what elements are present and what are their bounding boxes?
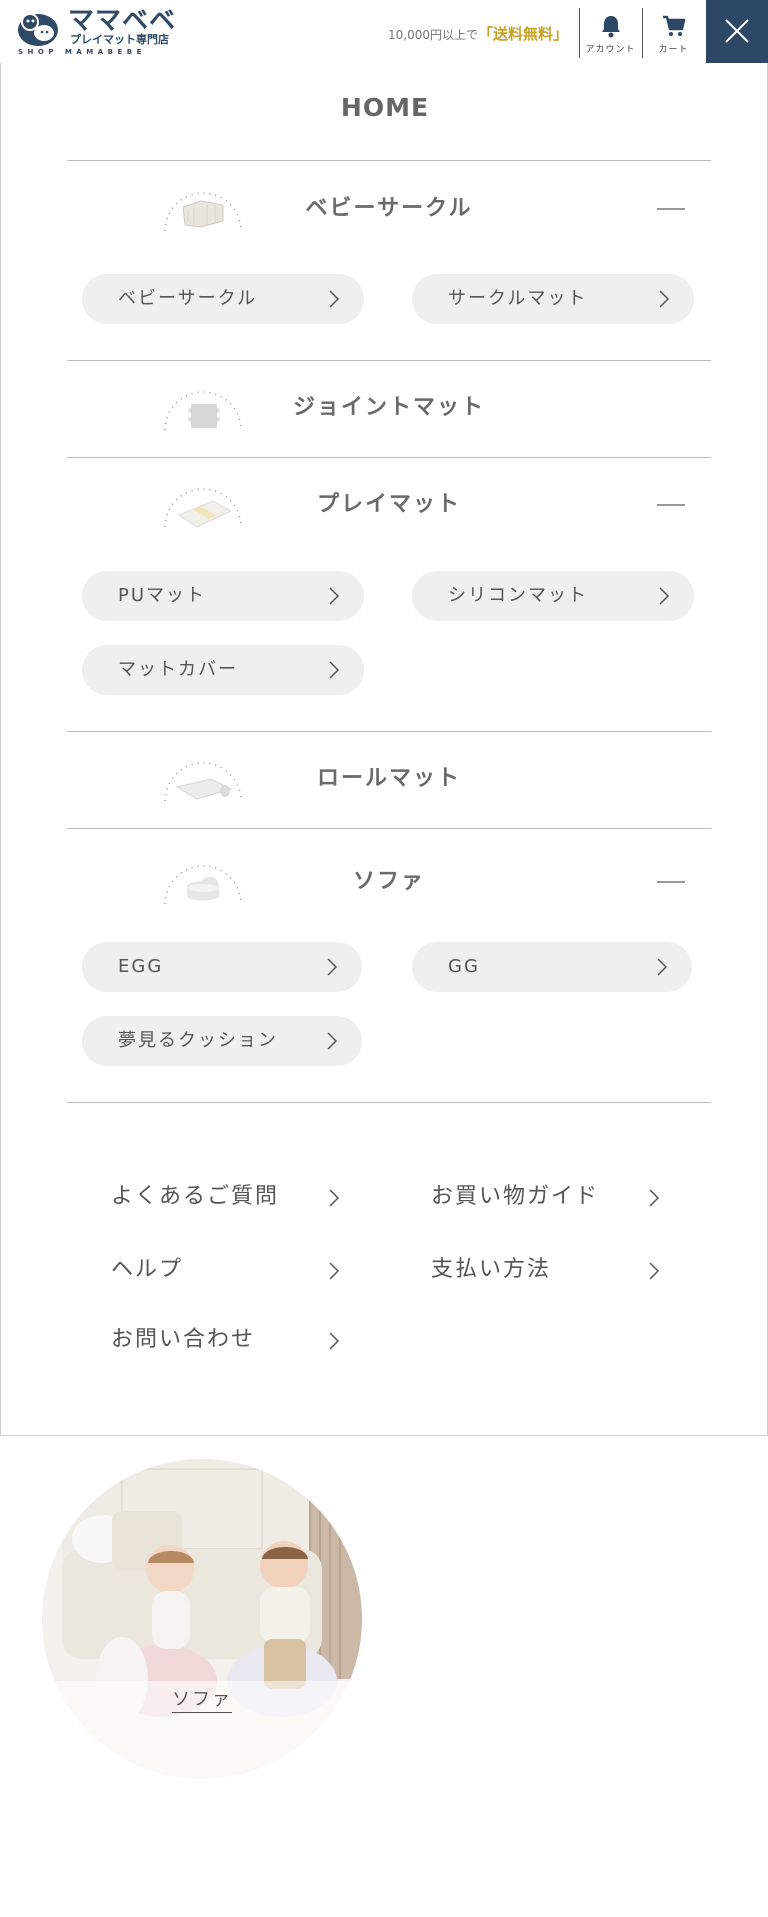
chevron-right-icon (329, 661, 340, 679)
sub-item-baby-circle[interactable]: ベビーサークル (82, 274, 364, 324)
category-joint-mat[interactable]: ジョイントマット (67, 360, 711, 456)
feature-label: ソファ (42, 1685, 362, 1713)
navigation-menu: HOME ベビーサークル ベビーサークル サークルマット ジョイントマット プレ… (0, 63, 768, 1436)
sub-item-label: シリコンマット (448, 585, 588, 606)
category-label: ロールマット (316, 766, 461, 791)
logo-subtitle: プレイマット専門店 (70, 33, 169, 46)
chevron-right-icon (327, 1032, 338, 1050)
cart-label: カート (658, 45, 689, 55)
collapse-icon[interactable] (657, 504, 685, 506)
close-icon (725, 19, 749, 43)
sub-item-label: EGG (118, 956, 164, 977)
chevron-right-icon (649, 1189, 660, 1207)
divider (67, 828, 711, 829)
shipping-promo: 10,000円以上で「送料無料」 (388, 23, 568, 44)
bell-icon (601, 16, 620, 38)
collapse-icon[interactable] (657, 208, 685, 210)
logo-title: ママベベ (68, 6, 177, 36)
chevron-right-icon (329, 1262, 340, 1280)
collapse-icon[interactable] (657, 881, 685, 883)
chevron-right-icon (657, 958, 668, 976)
cart-icon (662, 15, 685, 36)
sub-item-silicone-mat[interactable]: シリコンマット (412, 571, 694, 621)
link-faq[interactable]: よくあるご質問 (111, 1177, 341, 1217)
link-label: ヘルプ (111, 1257, 184, 1282)
account-label: アカウント (585, 45, 636, 55)
site-header: ママベベ プレイマット専門店 SHOP MAMABEBE 10,000円以上で「… (0, 0, 768, 64)
chevron-right-icon (659, 587, 670, 605)
sub-item-pu-mat[interactable]: PUマット (82, 571, 364, 621)
promo-text: 10,000円以上で (388, 28, 478, 42)
link-label: 支払い方法 (431, 1257, 552, 1282)
logo-mark-icon (18, 13, 58, 46)
chevron-right-icon (329, 587, 340, 605)
category-play-mat[interactable]: プレイマット (67, 457, 711, 553)
category-label: ソファ (352, 869, 425, 894)
chevron-right-icon (649, 1262, 660, 1280)
sub-item-label: ベビーサークル (118, 288, 258, 309)
category-roll-mat[interactable]: ロールマット (67, 731, 711, 827)
feature-label-text: ソファ (172, 1689, 232, 1713)
link-label: よくあるご質問 (111, 1184, 280, 1209)
sub-item-label: 夢見るクッション (118, 1030, 278, 1051)
logo-english: SHOP MAMABEBE (18, 48, 146, 56)
sub-item-egg[interactable]: EGG (82, 942, 362, 992)
category-label: プレイマット (316, 492, 461, 517)
site-logo[interactable]: ママベベ プレイマット専門店 SHOP MAMABEBE (16, 6, 186, 58)
sub-item-gg[interactable]: GG (412, 942, 692, 992)
sub-item-mat-cover[interactable]: マットカバー (82, 645, 364, 695)
close-menu-button[interactable] (706, 0, 768, 63)
link-contact[interactable]: お問い合わせ (111, 1320, 341, 1360)
sofa-photo-image (42, 1459, 362, 1779)
category-baby-circle[interactable]: ベビーサークル (67, 161, 711, 257)
category-label: ベビーサークル (305, 196, 473, 221)
chevron-right-icon (329, 1189, 340, 1207)
home-link[interactable]: HOME (1, 93, 768, 122)
sub-item-circle-mat[interactable]: サークルマット (412, 274, 694, 324)
feature-sofa-card[interactable]: ソファ (42, 1459, 362, 1779)
chevron-right-icon (659, 290, 670, 308)
chevron-right-icon (329, 1332, 340, 1350)
link-shopping-guide[interactable]: お買い物ガイド (431, 1177, 671, 1217)
link-payment-methods[interactable]: 支払い方法 (431, 1250, 671, 1290)
link-label: お買い物ガイド (431, 1184, 600, 1209)
sub-item-label: サークルマット (448, 288, 588, 309)
divider (67, 1102, 711, 1103)
sub-item-label: マットカバー (118, 659, 238, 680)
category-label: ジョイントマット (292, 395, 485, 420)
category-sofa[interactable]: ソファ (67, 834, 711, 930)
promo-highlight: 「送料無料」 (478, 25, 569, 43)
sub-item-label: PUマット (118, 585, 207, 606)
chevron-right-icon (329, 290, 340, 308)
sub-item-label: GG (448, 956, 480, 977)
account-button[interactable]: アカウント (579, 8, 641, 58)
link-label: お問い合わせ (111, 1327, 256, 1352)
chevron-right-icon (327, 958, 338, 976)
sub-item-dream-cushion[interactable]: 夢見るクッション (82, 1016, 362, 1066)
cart-button[interactable]: カート (642, 8, 704, 58)
link-help[interactable]: ヘルプ (111, 1250, 341, 1290)
